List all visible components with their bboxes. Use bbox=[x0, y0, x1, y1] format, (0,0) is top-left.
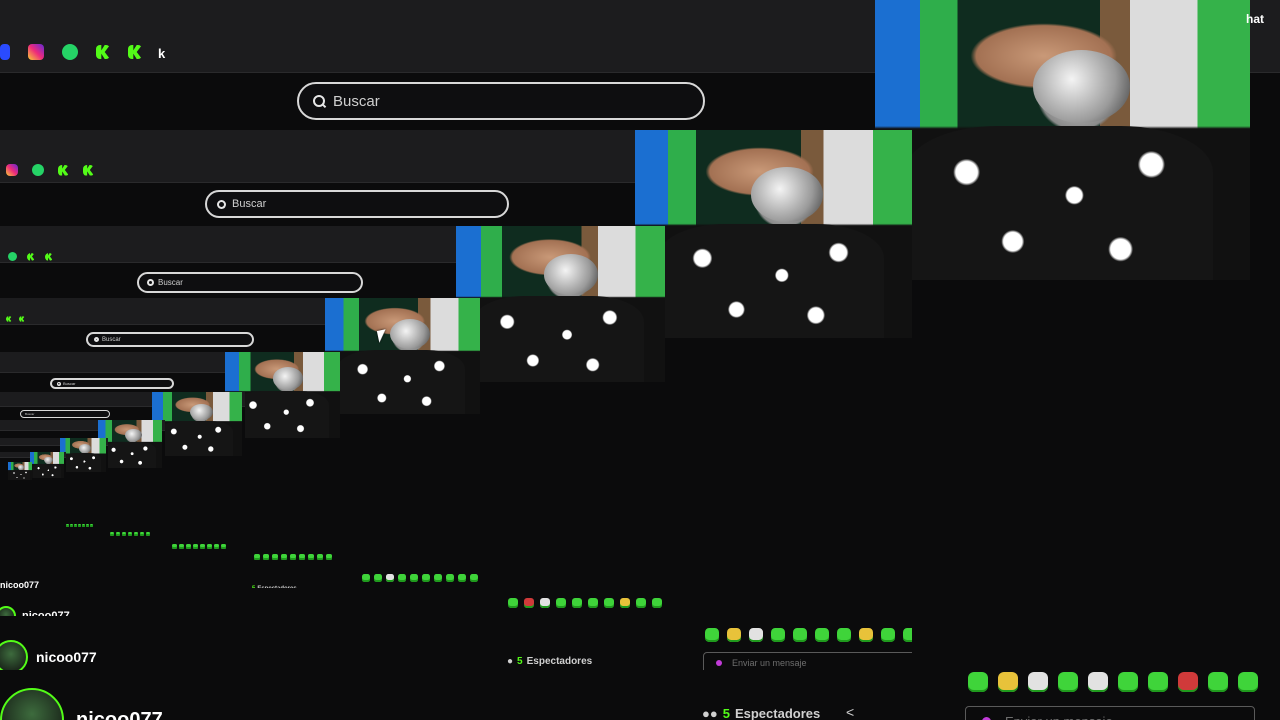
search-icon bbox=[217, 199, 226, 209]
viewers-icon: ●● bbox=[702, 706, 718, 720]
emote-icon[interactable] bbox=[1178, 672, 1198, 692]
search-bar[interactable]: Buscar bbox=[86, 332, 254, 347]
social-links bbox=[0, 252, 53, 261]
emote-icon[interactable] bbox=[1088, 672, 1108, 692]
partial-social-icon[interactable] bbox=[0, 44, 10, 60]
chat-placeholder: Enviar un mensaje bbox=[1005, 714, 1113, 720]
viewers-icon: ● bbox=[507, 656, 514, 667]
search-bar[interactable]: Buscar bbox=[50, 378, 174, 389]
video-player[interactable] bbox=[635, 130, 912, 338]
kick-icon[interactable] bbox=[83, 164, 94, 176]
emote-icon[interactable] bbox=[968, 672, 988, 692]
whatsapp-icon[interactable] bbox=[32, 164, 44, 176]
video-player[interactable] bbox=[60, 438, 106, 472]
kick-icon[interactable] bbox=[58, 164, 69, 176]
video-player[interactable] bbox=[30, 452, 64, 478]
emote-icon[interactable] bbox=[1118, 672, 1138, 692]
kick-icon[interactable] bbox=[128, 45, 142, 59]
emote-icon[interactable] bbox=[998, 672, 1018, 692]
chat-header: hat bbox=[1246, 12, 1264, 26]
channel-user[interactable]: nicoo077 bbox=[0, 606, 70, 616]
search-bar[interactable]: Buscar bbox=[137, 272, 363, 293]
chat-input[interactable]: Enviar un mensaje bbox=[965, 706, 1255, 720]
emote-icon[interactable] bbox=[1148, 672, 1168, 692]
kick-icon[interactable] bbox=[96, 45, 110, 59]
emote-bar bbox=[508, 598, 662, 608]
video-player[interactable] bbox=[325, 298, 480, 414]
search-placeholder: Buscar bbox=[333, 92, 380, 110]
emote-picker-icon[interactable] bbox=[982, 716, 991, 720]
channel-user[interactable]: nicoo077 bbox=[0, 688, 163, 720]
search-icon bbox=[147, 279, 154, 286]
social-links bbox=[0, 44, 142, 60]
emote-icon[interactable] bbox=[1028, 672, 1048, 692]
video-player[interactable] bbox=[8, 462, 32, 480]
username: nicoo077 bbox=[76, 708, 163, 720]
video-player[interactable] bbox=[152, 392, 242, 456]
emote-icon[interactable] bbox=[1058, 672, 1078, 692]
search-icon bbox=[313, 95, 325, 107]
viewer-count: ● 5 Espectadores bbox=[507, 656, 593, 667]
search-bar[interactable]: Buscar bbox=[297, 82, 705, 120]
emote-bar bbox=[705, 628, 912, 642]
avatar[interactable] bbox=[0, 640, 28, 670]
emote-icon[interactable] bbox=[1238, 672, 1258, 692]
social-links bbox=[0, 164, 94, 176]
chat-input[interactable]: Enviar un mensaje bbox=[703, 652, 912, 670]
channel-user[interactable]: nicoo077 bbox=[0, 640, 97, 670]
search-bar[interactable]: Buscar bbox=[205, 190, 509, 218]
video-player[interactable] bbox=[456, 226, 665, 382]
share-icon[interactable]: < bbox=[846, 704, 854, 720]
stream-frame-level-10 bbox=[0, 462, 32, 518]
kick-text: k bbox=[158, 46, 166, 61]
emote-bar bbox=[968, 672, 1258, 692]
instagram-icon[interactable] bbox=[6, 164, 18, 176]
instagram-icon[interactable] bbox=[28, 44, 44, 60]
whatsapp-icon[interactable] bbox=[62, 44, 78, 60]
search-placeholder: Buscar bbox=[232, 198, 267, 210]
emote-icon[interactable] bbox=[1208, 672, 1228, 692]
viewer-count: ●● 5 Espectadores bbox=[702, 706, 821, 720]
video-player[interactable] bbox=[875, 0, 1250, 280]
avatar[interactable] bbox=[0, 688, 64, 720]
